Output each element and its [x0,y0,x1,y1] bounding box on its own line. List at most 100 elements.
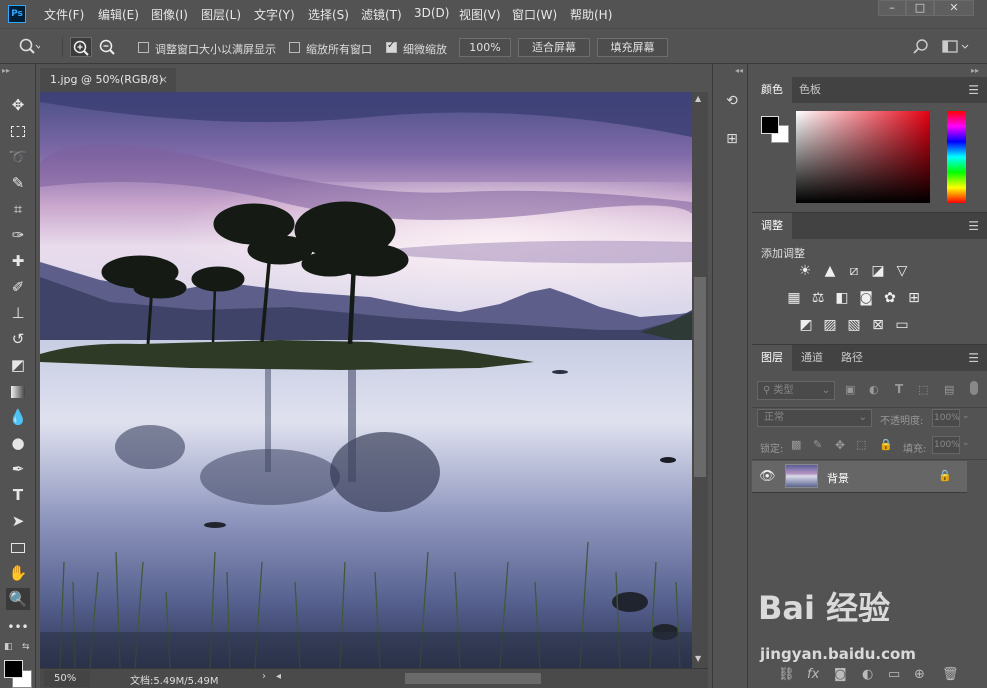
menu-3d[interactable]: 3D(D) [414,6,449,20]
status-menu-arrow-icon[interactable]: › [262,671,266,682]
brush-tool-icon[interactable]: ✐ [6,276,30,298]
selective-color-icon[interactable]: ⊠ [869,317,887,333]
tab-adjustments[interactable]: 调整 [752,213,792,239]
zoom-level-field[interactable]: 50% [44,670,90,687]
eraser-tool-icon[interactable]: ◩ [6,354,30,376]
foreground-color-chip[interactable] [761,116,779,134]
horizontal-scrollbar-thumb[interactable] [405,673,541,684]
menu-type[interactable]: 文字(Y) [254,6,295,23]
vibrance-icon[interactable]: ▽ [893,263,911,279]
gradient-tool-icon[interactable] [6,380,30,402]
scrubby-zoom-checkbox[interactable] [386,40,397,53]
color-panel-menu-icon[interactable]: ☰ [968,83,979,97]
channel-mixer-icon[interactable]: ✿ [881,290,899,306]
rectangle-tool-icon[interactable] [6,536,30,558]
type-tool-icon[interactable]: T [6,484,30,506]
zoom-tool-icon[interactable]: 🔍 [6,588,30,610]
lock-position-icon[interactable]: ✥ [835,438,845,452]
layer-style-icon[interactable]: fx [807,667,819,682]
tab-channels[interactable]: 通道 [792,345,832,371]
quick-selection-tool-icon[interactable]: ✎ [6,172,30,194]
maximize-button[interactable]: □ [906,0,934,16]
marquee-tool-icon[interactable] [6,120,30,142]
menu-edit[interactable]: 编辑(E) [98,6,139,23]
shape-filter-icon[interactable]: ⬚ [918,383,928,396]
move-tool-icon[interactable]: ✥ [6,94,30,116]
search-icon[interactable] [913,39,929,55]
tab-paths[interactable]: 路径 [832,345,872,371]
pen-tool-icon[interactable]: ✒ [6,458,30,480]
menu-window[interactable]: 窗口(W) [512,6,557,23]
swap-colors-icon[interactable]: ⇆ [22,642,30,652]
adjustments-panel-menu-icon[interactable]: ☰ [968,219,979,233]
hand-tool-icon[interactable]: ✋ [6,562,30,584]
expand-dock-icon[interactable]: ◂◂ [735,66,743,75]
menu-image[interactable]: 图像(I) [151,6,188,23]
zoom-out-icon[interactable] [97,37,119,57]
fit-screen-button[interactable]: 适合屏幕 [518,38,590,57]
clone-stamp-tool-icon[interactable]: ⊥ [6,302,30,324]
default-colors-icon[interactable]: ◧ [4,642,13,652]
scroll-down-icon[interactable]: ▼ [695,654,701,663]
dodge-tool-icon[interactable]: ● [6,432,30,454]
healing-brush-tool-icon[interactable]: ✚ [6,250,30,272]
new-group-icon[interactable]: ▭ [888,667,900,682]
lock-artboard-icon[interactable]: ⬚ [856,438,866,451]
lock-image-icon[interactable]: ✎ [813,438,822,451]
blend-mode-select[interactable]: 正常 ⌄ [757,409,872,427]
delete-layer-icon[interactable]: 🗑 [942,667,959,682]
document-tab[interactable]: 1.jpg @ 50%(RGB/8) × [40,68,176,92]
menu-view[interactable]: 视图(V) [459,6,501,23]
brightness-contrast-icon[interactable]: ☀ [796,263,814,279]
photo-filter-icon[interactable]: ◙ [857,290,875,306]
blur-tool-icon[interactable]: 💧 [6,406,30,428]
saturation-brightness-field[interactable] [796,111,930,203]
layer-filter-select[interactable]: ⚲ 类型 ⌄ [757,381,835,400]
crop-tool-icon[interactable]: ⌗ [6,198,30,220]
link-layers-icon[interactable]: ⛓ [778,667,795,682]
minimize-button[interactable]: – [878,0,906,16]
lock-all-icon[interactable]: 🔒 [879,438,893,451]
new-layer-icon[interactable]: ⊕ [914,667,925,682]
opacity-field[interactable]: 100% [932,409,960,427]
tab-color[interactable]: 颜色 [752,77,792,103]
lock-transparent-icon[interactable]: ▩ [791,438,801,451]
layer-lock-icon[interactable]: 🔒 [938,469,952,482]
zoom-tool-preset-icon[interactable] [18,38,40,56]
lasso-tool-icon[interactable]: ➰ [6,146,30,168]
filter-toggle[interactable] [970,381,978,395]
layer-mask-icon[interactable]: ◙ [834,667,847,682]
workspace-switcher-icon[interactable] [942,39,972,55]
opacity-dropdown-icon[interactable]: ⌄ [962,411,970,421]
new-adjustment-layer-icon[interactable]: ◐ [862,667,873,682]
layer-name[interactable]: 背景 [827,470,849,486]
scrollbar-thumb[interactable] [694,277,706,477]
zoom-percent-field[interactable]: 100% [459,38,511,57]
hue-slider[interactable] [947,111,966,203]
foreground-color-swatch[interactable] [4,660,23,678]
document-image[interactable] [40,92,692,668]
close-window-button[interactable]: ✕ [934,0,974,16]
color-lookup-icon[interactable]: ⊞ [905,290,923,306]
close-document-icon[interactable]: × [159,68,168,92]
fill-dropdown-icon[interactable]: ⌄ [962,438,970,448]
resize-windows-checkbox[interactable] [138,42,149,53]
canvas-area[interactable] [40,92,708,668]
black-white-icon[interactable]: ◧ [833,290,851,306]
hue-saturation-icon[interactable]: ▦ [785,290,803,306]
scroll-up-icon[interactable]: ▲ [695,94,701,103]
fill-screen-button[interactable]: 填充屏幕 [597,38,668,57]
zoom-in-icon[interactable] [70,37,92,57]
history-brush-tool-icon[interactable]: ↺ [6,328,30,350]
invert-icon[interactable]: ◩ [797,317,815,333]
adjustment-filter-icon[interactable]: ◐ [869,383,879,396]
threshold-icon[interactable]: ▧ [845,317,863,333]
smart-object-filter-icon[interactable]: ▤ [944,383,954,396]
curves-icon[interactable]: ⧄ [845,263,863,279]
tab-layers[interactable]: 图层 [752,345,792,371]
path-selection-tool-icon[interactable]: ➤ [6,510,30,532]
visibility-eye-icon[interactable]: 👁 [759,469,776,484]
edit-toolbar-icon[interactable]: ••• [6,616,30,638]
zoom-all-windows-checkbox[interactable] [289,42,300,53]
menu-file[interactable]: 文件(F) [44,6,84,23]
